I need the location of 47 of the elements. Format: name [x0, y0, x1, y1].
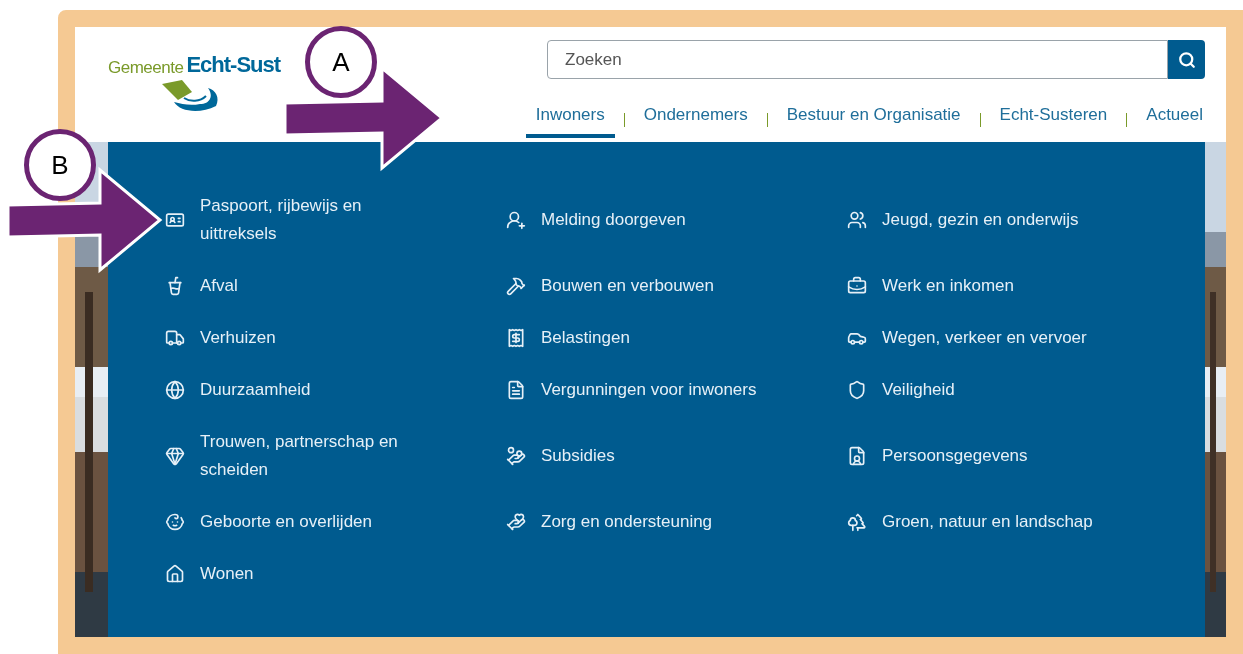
- nav-tab[interactable]: Inwoners: [525, 102, 615, 138]
- menu-link[interactable]: Verhuizen: [200, 324, 276, 352]
- house-icon: [165, 564, 185, 584]
- id-card-icon: [165, 210, 185, 230]
- shield-icon: [847, 380, 867, 400]
- callout-marker: B: [24, 129, 96, 201]
- menu-link[interactable]: Wegen, verkeer en vervoer: [882, 324, 1087, 352]
- nav-tab[interactable]: Actueel: [1136, 102, 1213, 138]
- menu-link[interactable]: Groen, natuur en landschap: [882, 508, 1093, 536]
- nav-tab[interactable]: Echt-Susteren: [989, 102, 1118, 138]
- menu-link[interactable]: Zorg en ondersteuning: [541, 508, 713, 536]
- search-field[interactable]: Zoeken: [547, 40, 1168, 79]
- person-file-icon: [847, 446, 867, 466]
- globe-icon: [165, 380, 185, 400]
- truck-icon: [165, 328, 185, 348]
- baby-icon: [165, 512, 185, 532]
- hand-coins-icon: [506, 446, 526, 466]
- menu-link[interactable]: Wonen: [200, 560, 254, 588]
- person-plus-icon: [506, 210, 526, 230]
- menu-link[interactable]: Bouwen en verbouwen: [541, 272, 714, 300]
- search-icon: [1177, 50, 1196, 69]
- menu-link[interactable]: Veiligheid: [882, 376, 955, 404]
- menu-link[interactable]: Jeugd, gezin en onderwijs: [882, 206, 1079, 234]
- menu-link[interactable]: Subsidies: [541, 442, 615, 470]
- logo-prefix: Gemeente: [108, 59, 184, 76]
- menu-link[interactable]: Persoonsgegevens: [882, 442, 1028, 470]
- menu-link[interactable]: Duurzaamheid: [200, 376, 311, 404]
- logo-name: Echt-Sust: [186, 54, 281, 76]
- menu-link[interactable]: Vergunningen voor inwoners: [541, 376, 757, 404]
- menu-link[interactable]: Afval: [200, 272, 238, 300]
- trees-icon: [847, 512, 867, 532]
- cup-icon: [165, 276, 185, 296]
- hammer-icon: [506, 276, 526, 296]
- briefcase-icon: [847, 276, 867, 296]
- menu-link[interactable]: Melding doorgeven: [541, 206, 686, 234]
- menu-link[interactable]: Paspoort, rijbewijs en uittreksels: [200, 192, 440, 248]
- menu-link[interactable]: Trouwen, partnerschap en scheiden: [200, 428, 440, 484]
- hand-heart-icon: [506, 512, 526, 532]
- receipt-icon: [506, 328, 526, 348]
- nav-tab[interactable]: Ondernemers: [633, 102, 758, 138]
- search-button[interactable]: [1168, 40, 1205, 79]
- menu-link[interactable]: Werk en inkomen: [882, 272, 1014, 300]
- nav-tab[interactable]: Bestuur en Organisatie: [776, 102, 971, 138]
- people-icon: [847, 210, 867, 230]
- document-icon: [506, 380, 526, 400]
- menu-link[interactable]: Belastingen: [541, 324, 630, 352]
- menu-link[interactable]: Geboorte en overlijden: [200, 508, 372, 536]
